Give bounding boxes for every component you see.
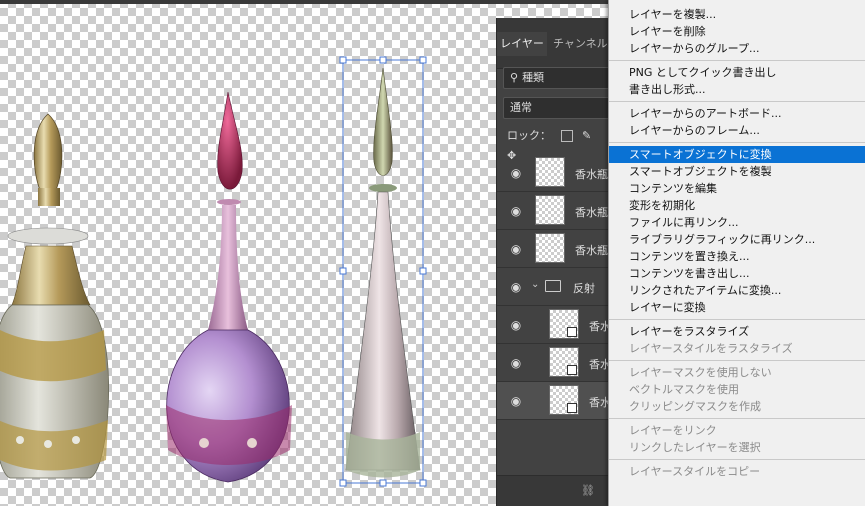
transform-handle[interactable] — [419, 267, 427, 275]
transform-handle[interactable] — [339, 56, 347, 64]
panel-footer: ⛓ — [497, 475, 611, 506]
smart-object-badge-icon — [567, 365, 577, 375]
transform-handle[interactable] — [419, 479, 427, 487]
visibility-eye-icon[interactable]: ◉ — [509, 318, 523, 332]
layer-filter-kind[interactable]: ⚲ 種類 — [503, 67, 611, 89]
layer-row[interactable]: ◉ 香水 — [497, 306, 611, 344]
menu-separator — [609, 360, 865, 361]
purple-bottle — [166, 91, 292, 483]
search-icon: ⚲ — [510, 71, 519, 84]
visibility-eye-icon[interactable]: ◉ — [509, 204, 523, 218]
menu-item: ベクトルマスクを使用 — [629, 383, 739, 396]
cone-bottle — [345, 67, 421, 478]
layer-thumbnail — [549, 385, 579, 415]
menu-item: レイヤーをリンク — [629, 424, 717, 437]
menu-item[interactable]: 書き出し形式... — [609, 81, 865, 98]
smart-object-badge-icon — [567, 403, 577, 413]
menu-item: クリッピングマスクを作成 — [629, 400, 761, 413]
menu-item[interactable]: スマートオブジェクトを複製 — [609, 163, 865, 180]
layer-thumbnail — [535, 157, 565, 187]
blend-mode-select[interactable]: 通常 — [503, 97, 611, 119]
layer-list: ◉ 香水瓶 ◉ 香水瓶 ◉ 香水瓶 ◉ ⌄ 反射 ◉ 香水 ◉ 香水 ◉ 香水 — [497, 154, 611, 420]
menu-item[interactable]: レイヤーからのグループ... — [609, 40, 865, 57]
menu-item[interactable]: コンテンツを編集 — [609, 180, 865, 197]
layer-thumbnail — [549, 309, 579, 339]
menu-item[interactable]: 変形を初期化 — [609, 197, 865, 214]
filter-kind-value: 種類 — [522, 71, 545, 84]
lock-row: ロック： ✎ ✥ — [507, 126, 611, 162]
layer-thumbnail — [535, 233, 565, 263]
menu-item: レイヤースタイルをコピー — [629, 465, 761, 478]
menu-item[interactable]: レイヤーを複製... — [609, 6, 865, 23]
visibility-eye-icon[interactable]: ◉ — [509, 356, 523, 370]
transform-handle[interactable] — [339, 479, 347, 487]
menu-separator — [609, 60, 865, 61]
tab-layers[interactable]: レイヤー — [497, 32, 547, 56]
menu-item[interactable]: ファイルに再リンク... — [609, 214, 865, 231]
gold-bottle — [0, 113, 110, 479]
visibility-eye-icon[interactable]: ◉ — [509, 242, 523, 256]
menu-item[interactable]: PNG としてクイック書き出し — [609, 64, 865, 81]
layer-row[interactable]: ◉ 香水瓶 — [497, 230, 611, 268]
layer-row[interactable]: ◉ 香水 — [497, 344, 611, 382]
layer-row[interactable]: ◉ 香水瓶 — [497, 154, 611, 192]
smart-object-badge-icon — [567, 327, 577, 337]
panel-tabs: レイヤー チャンネル — [497, 18, 611, 69]
menu-item[interactable]: レイヤーをラスタライズ — [609, 323, 865, 340]
menu-item[interactable]: コンテンツを書き出し... — [609, 265, 865, 282]
transform-handle[interactable] — [419, 56, 427, 64]
layer-name: 香水瓶 — [575, 168, 608, 181]
menu-separator — [609, 142, 865, 143]
lock-transparent-pixels-icon[interactable] — [560, 130, 573, 142]
layer-thumbnail — [535, 195, 565, 225]
lock-label: ロック： — [507, 129, 551, 142]
layer-thumbnail — [549, 347, 579, 377]
layer-row-selected[interactable]: ◉ 香水 — [497, 382, 611, 420]
menu-item: レイヤーマスクを使用しない — [629, 366, 772, 379]
menu-separator — [609, 319, 865, 320]
menu-item[interactable]: スマートオブジェクトに変換 — [609, 146, 865, 163]
transform-handle[interactable] — [379, 479, 387, 487]
menu-separator — [609, 101, 865, 102]
tab-channels[interactable]: チャンネル — [553, 32, 608, 56]
chevron-down-icon[interactable]: ⌄ — [531, 279, 539, 290]
layer-name: 香水瓶 — [575, 206, 608, 219]
menu-item[interactable]: リンクされたアイテムに変換... — [609, 282, 865, 299]
visibility-eye-icon[interactable]: ◉ — [509, 166, 523, 180]
layer-name: 香水瓶 — [575, 244, 608, 257]
folder-icon — [545, 280, 561, 292]
menu-item[interactable]: レイヤーからのフレーム... — [609, 122, 865, 139]
menu-item[interactable]: レイヤーからのアートボード... — [609, 105, 865, 122]
layers-panel: レイヤー チャンネル ⚲ 種類 通常 ロック： ✎ ✥ ◉ 香水瓶 ◉ 香水瓶 ◉… — [496, 18, 611, 506]
menu-item: レイヤースタイルをラスタライズ — [629, 342, 793, 355]
menu-item[interactable]: ライブラリグラフィックに再リンク... — [609, 231, 865, 248]
layer-name: 反射 — [573, 282, 595, 295]
menu-item[interactable]: レイヤーに変換 — [609, 299, 865, 316]
visibility-eye-icon[interactable]: ◉ — [509, 394, 523, 408]
menu-item[interactable]: レイヤーを削除 — [609, 23, 865, 40]
lock-image-pixels-icon[interactable]: ✎ — [582, 129, 591, 142]
transform-handle[interactable] — [379, 56, 387, 64]
menu-item: リンクしたレイヤーを選択 — [629, 441, 761, 454]
menu-separator — [609, 459, 865, 460]
visibility-eye-icon[interactable]: ◉ — [509, 280, 523, 294]
layer-group-row[interactable]: ◉ ⌄ 反射 — [497, 268, 611, 306]
menu-item[interactable]: コンテンツを置き換え... — [609, 248, 865, 265]
transform-handle[interactable] — [339, 267, 347, 275]
link-layers-icon[interactable]: ⛓ — [581, 484, 595, 497]
layer-row[interactable]: ◉ 香水瓶 — [497, 192, 611, 230]
layer-context-menu: レイヤーを複製... レイヤーを削除 レイヤーからのグループ... PNG としてクイ… — [608, 0, 865, 506]
menu-separator — [609, 418, 865, 419]
